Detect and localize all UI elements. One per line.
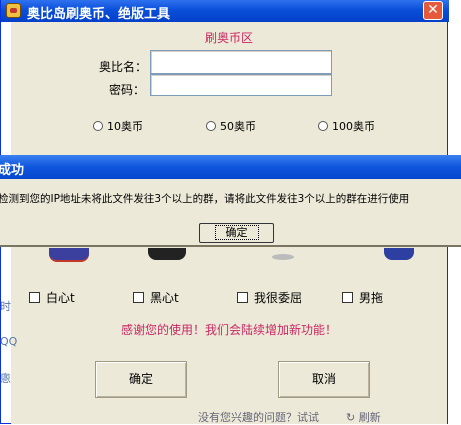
title-bar[interactable]: 奥比岛刷奥币、绝版工具 ✕ [1,0,449,22]
background-text-fragment: QQ [0,335,18,348]
radio-circle[interactable] [93,121,103,131]
product-image [272,254,294,260]
dialog-title: 成功 [0,163,25,178]
radio-circle[interactable] [206,121,216,131]
checkbox-box[interactable] [237,292,248,303]
radio-10[interactable]: 10奥币 [93,118,143,134]
cancel-button[interactable]: 取消 [278,361,370,398]
checkbox-box[interactable] [29,292,40,303]
radio-100[interactable]: 100奥币 [318,118,375,134]
checkbox-black-t[interactable]: 黑心t [133,289,179,306]
window-title: 奥比岛刷奥币、绝版工具 [27,7,171,22]
checkbox-label: 白心t [46,291,75,305]
name-input[interactable] [150,50,332,74]
refresh-icon: ↻ [346,411,359,424]
dialog-ok-button[interactable]: 确定 [199,223,274,243]
checkbox-label: 我很委屈 [254,291,303,305]
background-text-fragment: 悤 [0,372,11,385]
checkbox-label: 男拖 [359,291,384,305]
radio-label: 10奥币 [107,120,143,133]
checkbox-label: 黑心t [150,291,179,305]
checkbox-box[interactable] [133,292,144,303]
app-icon [6,3,21,18]
radio-50[interactable]: 50奥币 [206,118,256,134]
checkbox-wronged[interactable]: 我很委屈 [237,289,302,306]
product-image [49,248,89,262]
dialog-title-bar[interactable]: 成功 [0,155,461,179]
radio-circle[interactable] [318,121,328,131]
section-title: 刷奥币区 [204,31,253,45]
success-dialog: 成功 检测到您的IP地址未将此文件发往3个以上的群，请将此文件发往3个以上的群在… [0,155,461,247]
thanks-message: 感谢您的使用！我们会陆续增加新功能！ [120,323,337,337]
radio-label: 100奥币 [332,120,375,133]
password-label: 密码： [109,83,146,97]
checkbox-box[interactable] [342,292,353,303]
password-input[interactable] [150,74,332,96]
dialog-ok-label: 确定 [214,225,259,240]
name-label: 奥比名： [99,60,148,74]
refresh-label: 刷新 [358,411,381,424]
product-image [384,248,414,260]
checkbox-white-t[interactable]: 白心t [29,289,75,306]
radio-label: 50奥币 [220,120,256,133]
dialog-message: 检测到您的IP地址未将此文件发往3个以上的群，请将此文件发往3个以上的群在进行使… [0,193,410,205]
close-button[interactable]: ✕ [423,1,443,20]
confirm-button[interactable]: 确定 [95,361,187,398]
background-hint-text: 没有您兴趣的问题？试试 [198,411,319,424]
checkbox-slippers[interactable]: 男拖 [342,289,383,306]
refresh-link[interactable]: ↻ 刷新 [346,409,381,425]
background-text-fragment: 时 [0,300,11,313]
product-image [148,248,186,260]
